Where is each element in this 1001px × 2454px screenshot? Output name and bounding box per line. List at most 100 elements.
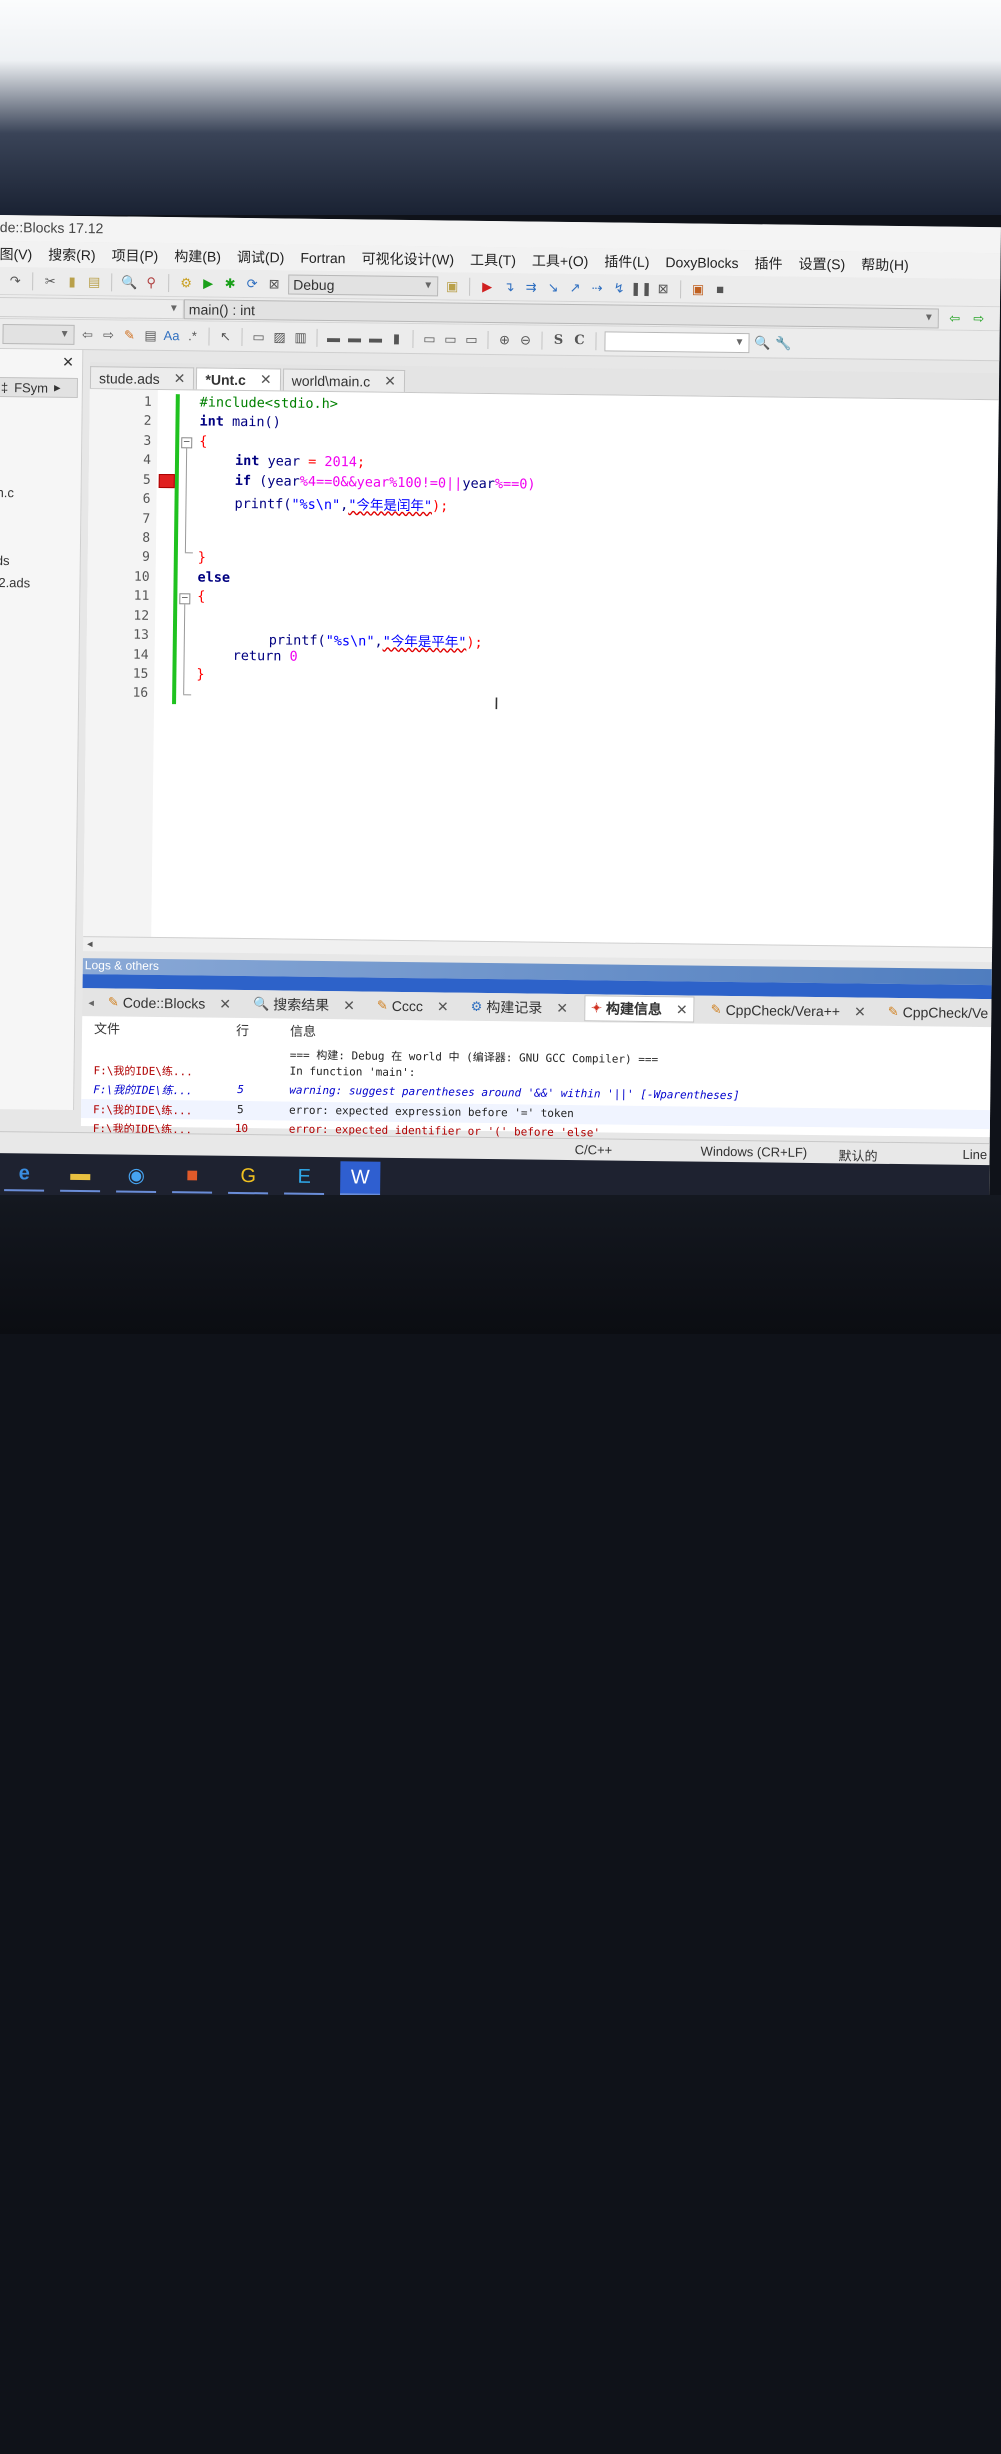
menu-tools-plus[interactable]: 工具+(O) [532,251,589,272]
close-icon[interactable]: ✕ [854,1003,866,1020]
tree-item[interactable]: n.c [0,485,14,500]
nav-back-icon[interactable]: ⇦ [79,326,95,342]
menu-settings[interactable]: 设置(S) [798,254,845,275]
nav-forward-icon[interactable]: ⇨ [100,327,116,343]
log-tab-cppcheck-2[interactable]: ✎ CppCheck/Ve [882,1000,995,1025]
menu-plugins[interactable]: 插件(L) [604,251,649,272]
log-message[interactable]: warning: suggest parentheses around '&&'… [289,1084,739,1103]
menu-doxyblocks[interactable]: DoxyBlocks [665,254,738,271]
run-icon[interactable]: ▶ [200,275,216,291]
log-tab-codeblocks[interactable]: ✎ Code::Blocks ✕ [102,990,237,1016]
jump-forward-icon[interactable]: ⇨ [971,310,987,326]
log-message[interactable]: In function 'main': [289,1065,415,1080]
close-icon[interactable]: ✕ [676,1001,688,1018]
close-icon[interactable]: ✕ [260,371,272,388]
menu-project[interactable]: 项目(P) [112,245,159,266]
menu-fortran[interactable]: Fortran [300,250,345,267]
fsymbols-tab[interactable]: ‡ FSym ▸ [0,376,79,398]
layout-1-icon[interactable]: ▬ [325,329,341,345]
build-run-icon[interactable]: ✱ [222,275,238,291]
log-line[interactable]: 5 [237,1083,244,1096]
scope-select[interactable]: ▼ [0,296,184,319]
menu-plugins-2[interactable]: 插件 [754,253,782,273]
scroll-left-icon[interactable]: ◂ [88,996,94,1009]
rebuild-icon[interactable]: ⟳ [244,275,260,291]
paste-icon[interactable]: ▤ [86,274,102,290]
log-tab-build-log[interactable]: ⚙ 构建记录 ✕ [465,995,575,1020]
text-block-icon[interactable]: ▥ [292,329,308,345]
zoom-out-icon[interactable]: ⊖ [517,332,533,348]
scroll-left-icon[interactable]: ◂ [87,937,93,950]
fold-toggle[interactable]: − [181,437,193,449]
layout-4-icon[interactable]: ▮ [388,330,404,346]
close-icon[interactable]: ✕ [174,370,186,387]
layout-3-icon[interactable]: ▬ [367,330,383,346]
log-tab-cccc[interactable]: ✎ Cccc ✕ [371,994,455,1019]
menu-wxsmith[interactable]: 可视化设计(W) [361,248,454,269]
replace-icon[interactable]: ⚲ [143,274,159,290]
log-file[interactable]: F:\我的IDE\练... [93,1081,192,1098]
next-instruction-icon[interactable]: ⇢ [589,280,605,296]
s-icon[interactable]: S [550,332,566,348]
log-file[interactable]: F:\我的IDE\练... [93,1062,192,1079]
close-icon[interactable]: ✕ [219,995,231,1012]
close-icon[interactable]: ✕ [343,997,355,1014]
step-instruction-icon[interactable]: ↯ [611,280,627,296]
menu-search[interactable]: 搜索(R) [48,245,96,266]
debug-start-icon[interactable]: ▶ [479,278,495,294]
explorer-icon[interactable]: ▬ [60,1157,101,1193]
rect-1-icon[interactable]: ▭ [421,331,437,347]
toggle-bookmark-icon[interactable]: ▤ [142,327,158,343]
menu-debug[interactable]: 调试(D) [237,247,285,268]
step-into-icon[interactable]: ↘ [545,279,561,295]
editor-tab-active[interactable]: *Unt.c ✕ [196,367,281,391]
menu-view[interactable]: 图(V) [0,244,32,264]
symbol-select[interactable]: ▼ [2,323,75,345]
code-editor[interactable]: 1 2 3 4 5 6 7 8 9 10 11 12 13 14 15 16 −… [83,388,999,949]
stop-debug-icon[interactable]: ⊠ [655,281,671,297]
fold-toggle[interactable]: − [179,593,191,605]
editor-tab[interactable]: stude.ads ✕ [89,366,195,390]
qq-browser-icon[interactable]: ◉ [116,1158,157,1193]
search-combo[interactable]: ▼ [604,330,750,353]
tree-item[interactable]: l2.ads [0,575,30,590]
copy-icon[interactable]: ▮ [64,273,80,289]
search-go-icon[interactable]: 🔍 [754,335,770,351]
column-header-line[interactable]: 行 [236,1020,249,1039]
pointer-icon[interactable]: ↖ [217,328,233,344]
log-tab-build-messages[interactable]: ✦ 构建信息 ✕ [583,995,695,1023]
abort-icon[interactable]: ⊠ [266,276,282,292]
redo-icon[interactable]: ↷ [7,273,23,289]
run-to-cursor-icon[interactable]: ↴ [501,279,517,295]
debug-windows-icon[interactable]: ▣ [690,281,706,297]
close-icon[interactable]: ✕ [437,998,449,1015]
target-options-icon[interactable]: ▣ [444,278,460,294]
edge-icon[interactable]: e [4,1157,45,1192]
c-icon[interactable]: C [571,332,587,348]
match-case-icon[interactable]: Aa [163,328,180,344]
jump-back-icon[interactable]: ⇦ [947,310,963,326]
close-icon[interactable]: ✕ [556,999,568,1016]
menu-build[interactable]: 构建(B) [174,246,221,267]
log-message[interactable]: === 构建: Debug 在 world 中 (编译器: GNU GCC Co… [290,1047,659,1067]
search-options-icon[interactable]: 🔧 [775,335,791,351]
frame-icon[interactable]: ▭ [250,329,266,345]
menu-tools[interactable]: 工具(T) [470,250,516,271]
close-icon[interactable]: ✕ [384,373,396,390]
highlight-icon[interactable]: ✎ [121,327,137,343]
log-tab-search-results[interactable]: 🔍 搜索结果 ✕ [247,992,361,1017]
next-line-icon[interactable]: ⇉ [523,279,539,295]
w-app-icon[interactable]: W [340,1161,381,1196]
tree-item[interactable]: ds [0,553,10,568]
column-header-file[interactable]: 文件 [94,1018,120,1037]
regex-icon[interactable]: .* [184,328,200,344]
zoom-in-icon[interactable]: ⊕ [496,332,512,348]
column-header-message[interactable]: 信息 [290,1021,316,1040]
log-tab-cppcheck[interactable]: ✎ CppCheck/Vera++ ✕ [705,998,872,1024]
close-icon[interactable]: ✕ [62,354,74,371]
image-icon[interactable]: ▨ [271,329,287,345]
log-line[interactable]: 5 [237,1103,244,1116]
step-out-icon[interactable]: ↗ [567,279,583,295]
e-app-icon[interactable]: E [284,1160,325,1196]
menu-help[interactable]: 帮助(H) [861,255,909,276]
